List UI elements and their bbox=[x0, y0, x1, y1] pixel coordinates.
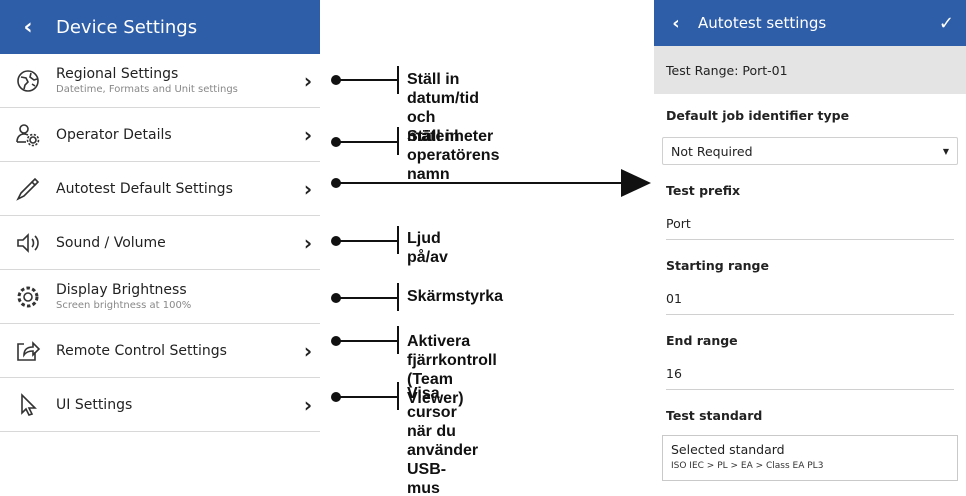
share-icon bbox=[0, 338, 56, 364]
annotation-text: Ljud på/av bbox=[407, 230, 448, 266]
annotation-bar bbox=[397, 326, 399, 354]
settings-item-label: Autotest Default Settings bbox=[56, 180, 233, 197]
annotation-bar bbox=[397, 382, 399, 410]
annotation-line bbox=[336, 240, 398, 242]
cursor-icon bbox=[0, 392, 56, 418]
settings-item-label: Remote Control Settings bbox=[56, 342, 227, 359]
job-id-select[interactable]: Not Required ▼ bbox=[662, 137, 958, 165]
annotation-bar bbox=[397, 283, 399, 311]
caret-down-icon: ▼ bbox=[942, 146, 949, 156]
chevron-right-icon: › bbox=[303, 176, 313, 201]
back-icon[interactable]: ‹ bbox=[654, 13, 698, 34]
settings-item-sub: Datetime, Formats and Unit settings bbox=[56, 84, 238, 95]
annotation-line bbox=[336, 182, 622, 184]
autotest-title: Autotest settings bbox=[698, 14, 827, 32]
settings-item-brightness[interactable]: Display Brightness Screen brightness at … bbox=[0, 270, 320, 324]
chevron-right-icon: › bbox=[303, 392, 313, 417]
prefix-label: Test prefix bbox=[666, 183, 741, 198]
device-settings-header: ‹ Device Settings bbox=[0, 0, 320, 54]
starting-range-field[interactable]: 01 bbox=[666, 279, 954, 315]
job-id-label: Default job identifier type bbox=[666, 108, 850, 123]
standard-title: Selected standard bbox=[671, 442, 785, 457]
confirm-check-icon[interactable]: ✓ bbox=[939, 13, 954, 34]
settings-item-operator[interactable]: Operator Details › bbox=[0, 108, 320, 162]
back-icon[interactable]: ‹ bbox=[0, 15, 56, 40]
test-standard-box[interactable]: Selected standard ISO IEC > PL > EA > Cl… bbox=[662, 435, 958, 481]
annotation-bar bbox=[397, 66, 399, 94]
settings-item-label: Sound / Volume bbox=[56, 234, 166, 251]
end-range-field[interactable]: 16 bbox=[666, 354, 954, 390]
chevron-right-icon: › bbox=[303, 122, 313, 147]
settings-item-regional[interactable]: Regional Settings Datetime, Formats and … bbox=[0, 54, 320, 108]
globe-icon bbox=[0, 68, 56, 94]
prefix-field[interactable]: Port bbox=[666, 204, 954, 240]
standard-value: ISO IEC > PL > EA > Class EA PL3 bbox=[671, 461, 824, 471]
annotation-line bbox=[336, 141, 398, 143]
autotest-settings-panel: ‹ Autotest settings ✓ Test Range: Port-0… bbox=[654, 0, 966, 496]
test-range-bar: Test Range: Port-01 bbox=[654, 46, 966, 94]
settings-item-autotest[interactable]: Autotest Default Settings › bbox=[0, 162, 320, 216]
settings-item-remote[interactable]: Remote Control Settings › bbox=[0, 324, 320, 378]
autotest-header: ‹ Autotest settings ✓ bbox=[654, 0, 966, 46]
annotation-text: Visa cursor när du använder USB-mus bbox=[407, 385, 479, 496]
end-range-value: 16 bbox=[666, 366, 682, 381]
settings-item-label: Operator Details bbox=[56, 126, 172, 143]
settings-item-sound[interactable]: Sound / Volume › bbox=[0, 216, 320, 270]
test-standard-label: Test standard bbox=[666, 408, 763, 423]
end-range-label: End range bbox=[666, 333, 738, 348]
settings-item-sub: Screen brightness at 100% bbox=[56, 300, 192, 311]
annotation-text: Skärmstyrka bbox=[407, 288, 504, 305]
brightness-gear-icon bbox=[0, 284, 56, 310]
annotation-line bbox=[336, 396, 398, 398]
annotation-text: Ställ in operatörens namn bbox=[407, 128, 500, 183]
settings-item-label: Regional Settings bbox=[56, 66, 179, 82]
probe-icon bbox=[0, 176, 56, 202]
annotation-line bbox=[336, 297, 398, 299]
prefix-value: Port bbox=[666, 216, 691, 231]
settings-item-label: UI Settings bbox=[56, 396, 133, 413]
annotation-bar bbox=[397, 226, 399, 254]
arrow-head-icon bbox=[621, 169, 651, 197]
job-id-value: Not Required bbox=[671, 143, 753, 159]
settings-item-label: Display Brightness bbox=[56, 282, 187, 298]
annotation-bar bbox=[397, 127, 399, 155]
speaker-icon bbox=[0, 230, 56, 256]
annotation-line bbox=[336, 79, 398, 81]
starting-range-label: Starting range bbox=[666, 258, 769, 273]
annotation-line bbox=[336, 340, 398, 342]
operator-gear-icon bbox=[0, 122, 56, 148]
chevron-right-icon: › bbox=[303, 68, 313, 93]
settings-item-ui[interactable]: UI Settings › bbox=[0, 378, 320, 432]
chevron-right-icon: › bbox=[303, 230, 313, 255]
page-title: Device Settings bbox=[56, 16, 198, 38]
chevron-right-icon: › bbox=[303, 338, 313, 363]
starting-range-value: 01 bbox=[666, 291, 682, 306]
device-settings-panel: ‹ Device Settings Regional Settings Date… bbox=[0, 0, 320, 434]
